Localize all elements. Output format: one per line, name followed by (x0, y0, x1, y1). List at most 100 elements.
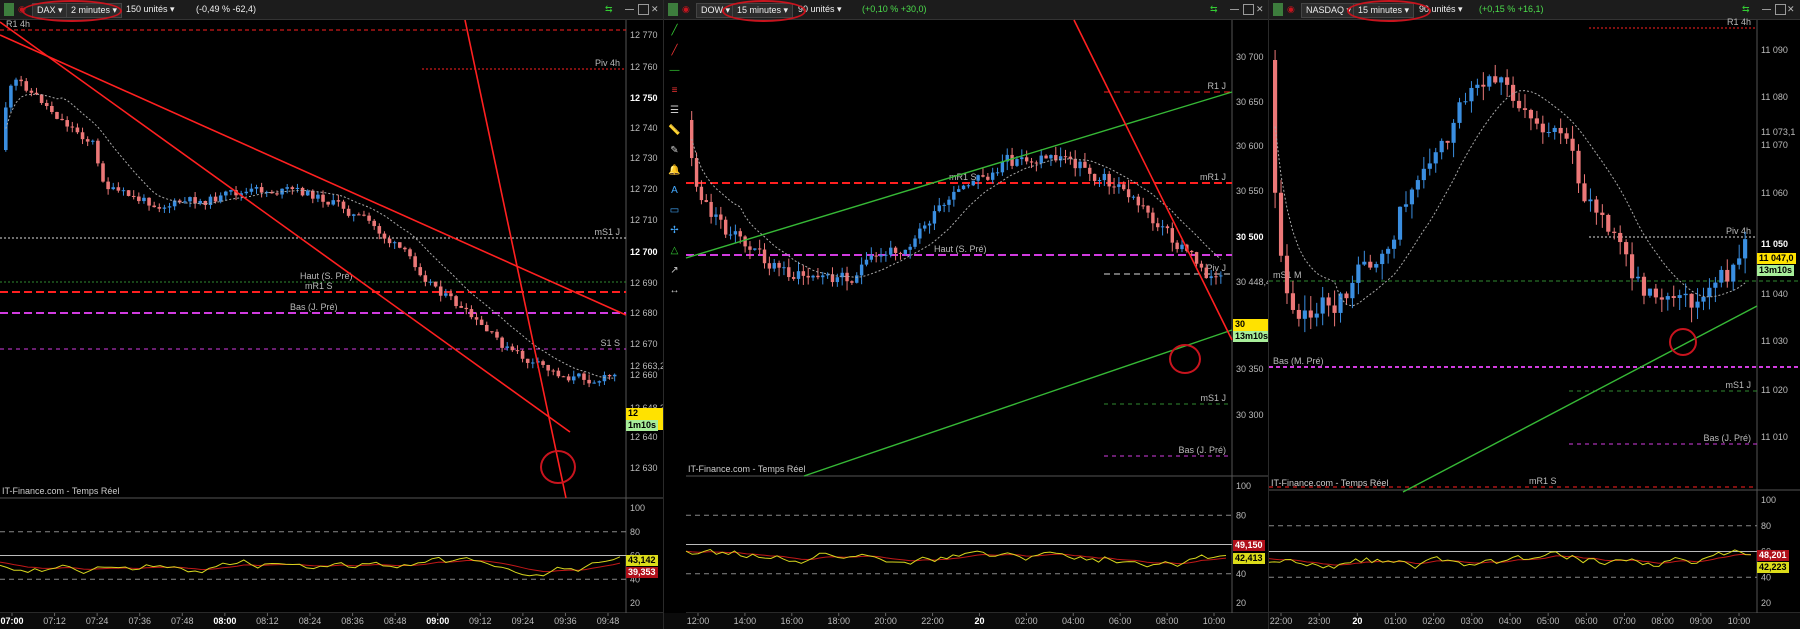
candle (1701, 296, 1706, 302)
candle (1199, 263, 1204, 268)
time-tick-label: 06:00 (1109, 616, 1132, 626)
price-tick-label: 12 690 (630, 278, 658, 288)
candle (510, 346, 515, 351)
candle (1576, 150, 1581, 184)
time-tick-label: 08:00 (213, 616, 236, 626)
candle (1552, 127, 1557, 133)
candle (1564, 133, 1569, 139)
candle (612, 374, 617, 377)
candle (90, 140, 95, 142)
candle (490, 331, 494, 333)
dow-chart-canvas[interactable]: 30 700 30 650 30 600 30 550 30 500 30 448,4 30… (664, 0, 1268, 629)
price-tick-label: 30 700 (1236, 52, 1264, 62)
time-tick-label: 02:00 (1015, 616, 1038, 626)
candle (1635, 276, 1641, 279)
candle (709, 201, 713, 217)
candle (193, 197, 197, 204)
candle (1582, 183, 1587, 202)
candle (418, 267, 423, 276)
candle (1039, 155, 1043, 164)
candle (1713, 282, 1718, 288)
candle (96, 140, 100, 164)
candle (1296, 309, 1301, 319)
candle (423, 275, 428, 282)
nasdaq-chart-canvas[interactable]: 11 090 11 080 11 073,1 11 070 11 060 11 050 11… (1269, 0, 1800, 629)
osc-tick-label: 20 (630, 598, 640, 608)
time-tick-label: 12:00 (687, 616, 710, 626)
candle (1314, 313, 1319, 318)
time-tick-label: 04:00 (1062, 616, 1085, 626)
time-tick-label: 08:00 (1651, 616, 1674, 626)
candle (961, 185, 966, 190)
candle (1457, 102, 1462, 123)
candle (743, 236, 747, 247)
price-tick-label: 11 090 (1761, 45, 1788, 55)
candle (1386, 248, 1391, 254)
chart-panel-nasdaq[interactable]: ◉ NASDAQ ▾ 15 minutes ▾ 90 unités ▾ (+0,… (1269, 0, 1800, 629)
dax-chart-canvas[interactable]: 12 770 12 760 12 750 12 740 12 730 12 720 12 7… (0, 0, 663, 629)
candle (14, 79, 18, 86)
candle (1403, 204, 1409, 207)
candle (19, 79, 23, 82)
candle (1505, 77, 1510, 85)
candle (111, 187, 116, 190)
candle (50, 106, 54, 112)
candle (162, 207, 167, 209)
time-tick-label: 02:00 (1422, 616, 1445, 626)
candle (85, 139, 90, 142)
candle (413, 256, 417, 268)
candle (874, 255, 878, 257)
candle (438, 286, 443, 296)
candle (879, 255, 883, 257)
price-tick-label: 11 030 (1761, 336, 1788, 346)
candle (137, 196, 141, 202)
trend-line (803, 329, 1233, 477)
candle (577, 373, 581, 377)
time-tick-label: 22:00 (921, 616, 944, 626)
price-tick-label: 30 650 (1236, 97, 1264, 107)
osc-tick-label: 100 (1761, 495, 1776, 505)
candle (1362, 261, 1367, 265)
candle (525, 358, 530, 363)
candle (864, 259, 869, 265)
candle (1044, 155, 1048, 159)
candle (699, 186, 704, 201)
candle (285, 187, 289, 189)
current-price-tag: 11 047,0 (1757, 253, 1796, 264)
candle (1107, 173, 1111, 187)
time-tick-label: 16:00 (781, 616, 804, 626)
candle (290, 187, 295, 189)
candle (1725, 269, 1730, 282)
price-tick-label: 12 680 (630, 308, 658, 318)
candle (927, 223, 932, 226)
time-tick-label: 07:12 (43, 616, 66, 626)
candle (101, 163, 105, 182)
candle (75, 127, 80, 133)
data-source-label: IT-Finance.com - Temps Réel (688, 464, 805, 474)
price-highlight-circle (1169, 344, 1201, 374)
candle (884, 254, 888, 256)
osc-value-2-tag: 39,353 (626, 567, 658, 578)
osc-value-2-tag: 42,413 (1233, 553, 1265, 564)
candle (55, 111, 59, 119)
price-tick-label: 12 700 (630, 247, 658, 257)
candle (1290, 293, 1296, 310)
osc-tick-label: 80 (630, 527, 640, 537)
chart-panel-dow[interactable]: ◉ DOW ▾ 15 minutes ▾ 90 unités ▾ (+0,10 … (664, 0, 1269, 629)
candle (995, 172, 1000, 174)
candle (1302, 310, 1307, 319)
candle (4, 107, 8, 150)
time-tick-label: 20 (974, 616, 984, 626)
osc-tick-label: 40 (1761, 572, 1771, 582)
candle (1719, 269, 1724, 283)
time-tick-label: 10:00 (1728, 616, 1751, 626)
candle (719, 214, 723, 220)
chart-panel-dax[interactable]: ◉ DAX ▾ 2 minutes ▾ 150 unités ▾ (-0,49 … (0, 0, 664, 629)
candle (1707, 287, 1712, 297)
price-tick-label: 11 070 (1761, 140, 1788, 150)
candle (1624, 242, 1629, 255)
candle (9, 85, 13, 108)
candle (1015, 159, 1019, 166)
candle (80, 132, 85, 140)
candle (1097, 180, 1102, 182)
